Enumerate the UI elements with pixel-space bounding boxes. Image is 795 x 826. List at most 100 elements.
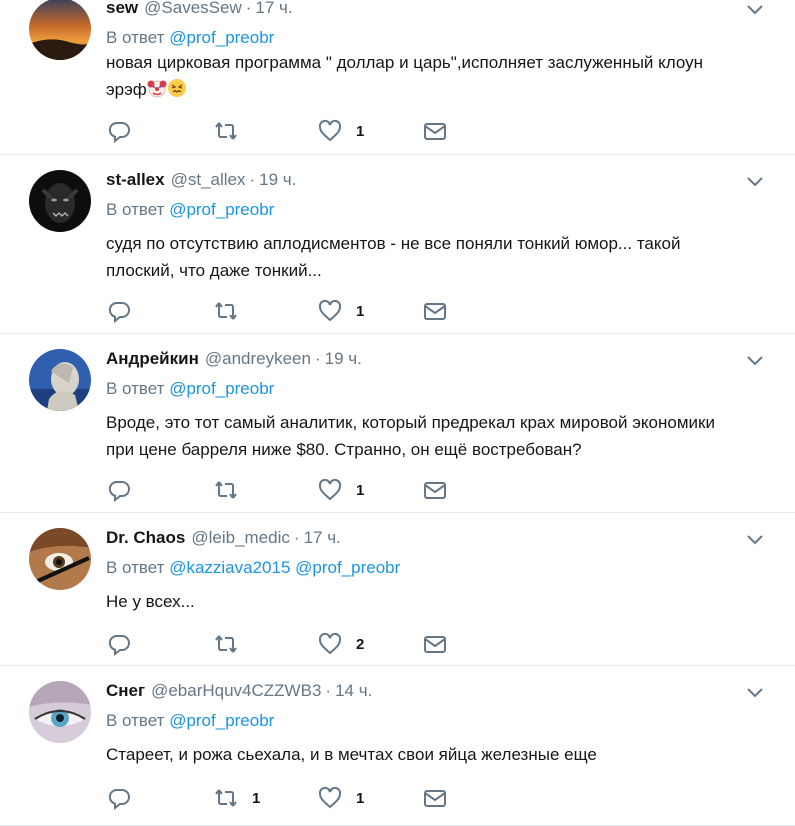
tweet-text: Стареет, и рожа сьехала, и в мечтах свои…	[106, 741, 776, 768]
avatar[interactable]	[29, 349, 91, 411]
timestamp[interactable]: 19 ч.	[325, 349, 362, 368]
chevron-down-icon[interactable]	[745, 174, 765, 188]
timestamp[interactable]: 19 ч.	[259, 170, 296, 189]
heart-icon	[318, 786, 342, 809]
tweet[interactable]: Андрейкин @andreykeen · 19 ч. В ответ @prof…	[0, 333, 795, 513]
retweet-button[interactable]	[214, 119, 252, 143]
retweet-icon	[215, 635, 237, 653]
direct-message-button[interactable]	[423, 299, 447, 323]
tweet-text-line: новая цирковая программа " доллар и царь…	[106, 53, 704, 72]
separator-dot: ·	[293, 528, 300, 547]
timestamp[interactable]: 17 ч.	[255, 0, 292, 17]
chevron-down-icon[interactable]	[745, 685, 765, 699]
direct-message-button[interactable]	[423, 119, 447, 143]
chevron-down-icon[interactable]	[745, 2, 765, 16]
timestamp[interactable]: 14 ч.	[335, 681, 372, 700]
tweet-header: st-allex @st_allex · 19 ч.	[106, 169, 296, 191]
avatar-image	[29, 528, 91, 590]
retweet-icon	[215, 122, 237, 140]
heart-icon	[318, 299, 342, 322]
reply-context: В ответ @prof_preobr	[106, 199, 274, 221]
tweet-text-line: эрэф	[106, 80, 147, 99]
reply-context: В ответ @prof_preobr	[106, 27, 274, 49]
reply-icon	[108, 481, 130, 502]
tweet-header: sew @SavesSew · 17 ч.	[106, 0, 293, 19]
display-name[interactable]: Dr. Chaos	[106, 528, 185, 547]
like-button[interactable]: 1	[318, 478, 364, 502]
tweet-actions: 2	[107, 632, 467, 656]
mention-link[interactable]: @prof_preobr	[169, 28, 274, 47]
tweet[interactable]: sew @SavesSew · 17 ч. В ответ @prof_preobr …	[0, 0, 795, 155]
reply-prefix: В ответ	[106, 379, 165, 398]
separator-dot: ·	[325, 681, 332, 700]
user-handle[interactable]: @st_allex	[171, 170, 246, 189]
avatar[interactable]	[29, 528, 91, 590]
retweet-button[interactable]: 1	[214, 786, 260, 810]
reply-button[interactable]	[107, 299, 145, 323]
tweet[interactable]: Dr. Chaos @leib_medic · 17 ч. В ответ @kazz…	[0, 512, 795, 666]
mention-link[interactable]: @prof_preobr	[295, 558, 400, 577]
avatar[interactable]	[29, 681, 91, 743]
chevron-down-icon[interactable]	[745, 532, 765, 546]
mention-link[interactable]: @prof_preobr	[169, 200, 274, 219]
mention-link[interactable]: @prof_preobr	[169, 379, 274, 398]
retweet-button[interactable]	[214, 478, 252, 502]
mention-link[interactable]: @kazziava2015	[169, 558, 290, 577]
reply-icon	[108, 302, 130, 323]
direct-message-button[interactable]	[423, 478, 447, 502]
avatar[interactable]	[29, 170, 91, 232]
reply-prefix: В ответ	[106, 28, 165, 47]
avatar-image	[29, 349, 91, 411]
like-button[interactable]: 1	[318, 786, 364, 810]
tweet-text-line: Стареет, и рожа сьехала, и в мечтах свои…	[106, 745, 597, 764]
retweet-icon	[215, 789, 237, 807]
like-button[interactable]: 2	[318, 632, 364, 656]
retweet-button[interactable]	[214, 299, 252, 323]
reply-context: В ответ @kazziava2015 @prof_preobr	[106, 557, 400, 579]
tweet-header: Dr. Chaos @leib_medic · 17 ч.	[106, 527, 341, 549]
chevron-down-icon[interactable]	[745, 353, 765, 367]
heart-icon	[318, 119, 342, 142]
envelope-icon	[424, 790, 446, 807]
reply-button[interactable]	[107, 119, 145, 143]
user-handle[interactable]: @leib_medic	[191, 528, 290, 547]
user-handle[interactable]: @andreykeen	[205, 349, 311, 368]
tweet-header: Снег @ebarHquv4CZZWB3 · 14 ч.	[106, 680, 372, 702]
reply-prefix: В ответ	[106, 200, 165, 219]
mention-link[interactable]: @prof_preobr	[169, 711, 274, 730]
display-name[interactable]: st-allex	[106, 170, 165, 189]
user-handle[interactable]: @SavesSew	[144, 0, 242, 17]
like-button[interactable]: 1	[318, 299, 364, 323]
tweet-header: Андрейкин @andreykeen · 19 ч.	[106, 348, 362, 370]
tweet[interactable]: Снег @ebarHquv4CZZWB3 · 14 ч. В ответ @prof…	[0, 665, 795, 826]
reply-icon	[108, 635, 130, 656]
tweet-actions: 1	[107, 119, 467, 143]
retweet-button[interactable]	[214, 632, 252, 656]
separator-dot: ·	[249, 170, 256, 189]
envelope-icon	[424, 636, 446, 653]
like-count: 1	[356, 481, 365, 499]
user-handle[interactable]: @ebarHquv4CZZWB3	[151, 681, 321, 700]
timestamp[interactable]: 17 ч.	[304, 528, 341, 547]
envelope-icon	[424, 123, 446, 140]
reply-icon	[108, 789, 130, 810]
direct-message-button[interactable]	[423, 632, 447, 656]
reply-button[interactable]	[107, 632, 145, 656]
tweet-text: Не у всех...	[106, 588, 776, 615]
like-button[interactable]: 1	[318, 119, 364, 143]
heart-icon	[318, 478, 342, 501]
reply-button[interactable]	[107, 786, 145, 810]
tweet[interactable]: st-allex @st_allex · 19 ч. В ответ @prof_pr…	[0, 154, 795, 334]
display-name[interactable]: Андрейкин	[106, 349, 199, 368]
direct-message-button[interactable]	[423, 786, 447, 810]
avatar[interactable]	[29, 0, 91, 60]
reply-icon	[108, 122, 130, 143]
tweet-text-line-with-emoji: эрэф	[106, 76, 776, 103]
display-name[interactable]: sew	[106, 0, 138, 17]
like-count: 1	[356, 302, 365, 320]
reply-prefix: В ответ	[106, 711, 165, 730]
like-count: 1	[356, 789, 365, 807]
display-name[interactable]: Снег	[106, 681, 145, 700]
reply-button[interactable]	[107, 478, 145, 502]
tweet-text-line: судя по отсутствию аплодисментов - не вс…	[106, 234, 681, 253]
